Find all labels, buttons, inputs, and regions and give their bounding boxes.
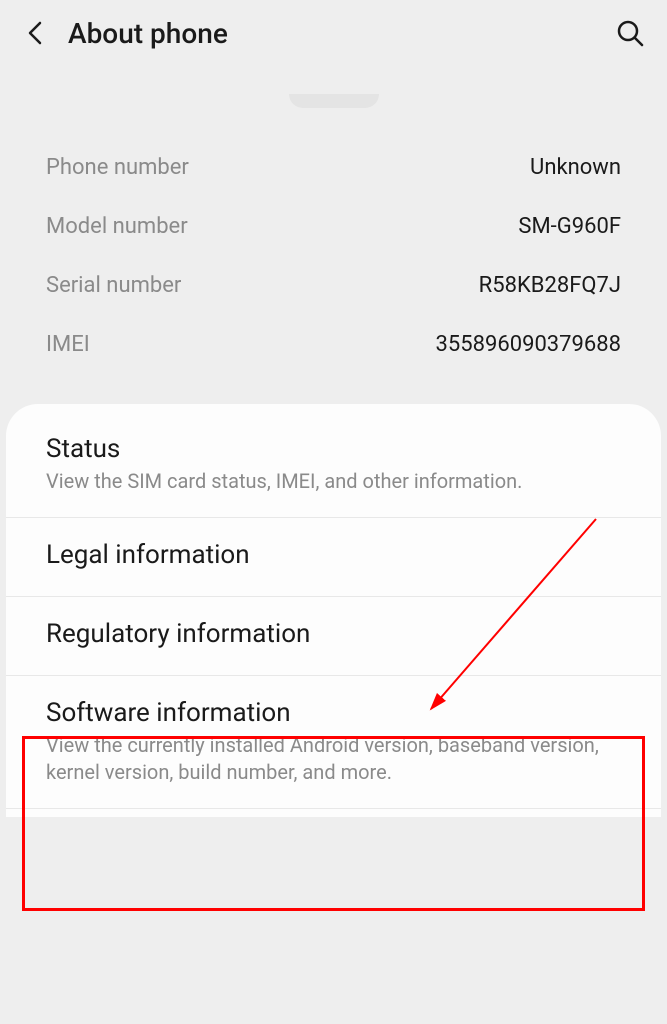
- device-info-section: Phone number Unknown Model number SM-G96…: [0, 128, 667, 404]
- menu-card: Status View the SIM card status, IMEI, a…: [6, 404, 661, 817]
- info-label: Serial number: [46, 273, 181, 298]
- chevron-left-icon: [26, 19, 46, 47]
- menu-title: Regulatory information: [46, 619, 621, 649]
- menu-subtitle: View the SIM card status, IMEI, and othe…: [46, 468, 621, 495]
- info-row-serial-number[interactable]: Serial number R58KB28FQ7J: [46, 256, 621, 315]
- header: About phone: [0, 0, 667, 66]
- menu-item-regulatory[interactable]: Regulatory information: [6, 597, 661, 676]
- info-value: 355896090379688: [436, 332, 621, 357]
- info-label: IMEI: [46, 332, 90, 357]
- phone-image-indicator: [289, 94, 379, 108]
- back-button[interactable]: [20, 17, 52, 49]
- menu-title: Legal information: [46, 540, 621, 570]
- menu-item-status[interactable]: Status View the SIM card status, IMEI, a…: [6, 412, 661, 518]
- menu-title: Software information: [46, 698, 621, 728]
- info-row-imei[interactable]: IMEI 355896090379688: [46, 315, 621, 374]
- menu-title: Status: [46, 434, 621, 464]
- search-icon: [615, 18, 645, 48]
- menu-subtitle: View the currently installed Android ver…: [46, 732, 621, 786]
- info-row-model-number[interactable]: Model number SM-G960F: [46, 197, 621, 256]
- info-label: Phone number: [46, 155, 189, 180]
- page-title: About phone: [68, 17, 613, 50]
- info-value: SM-G960F: [518, 214, 621, 239]
- search-button[interactable]: [613, 16, 647, 50]
- info-value: Unknown: [530, 155, 621, 180]
- info-value: R58KB28FQ7J: [479, 273, 621, 298]
- menu-item-software[interactable]: Software information View the currently …: [6, 676, 661, 809]
- menu-item-legal[interactable]: Legal information: [6, 518, 661, 597]
- info-label: Model number: [46, 214, 188, 239]
- info-row-phone-number[interactable]: Phone number Unknown: [46, 138, 621, 197]
